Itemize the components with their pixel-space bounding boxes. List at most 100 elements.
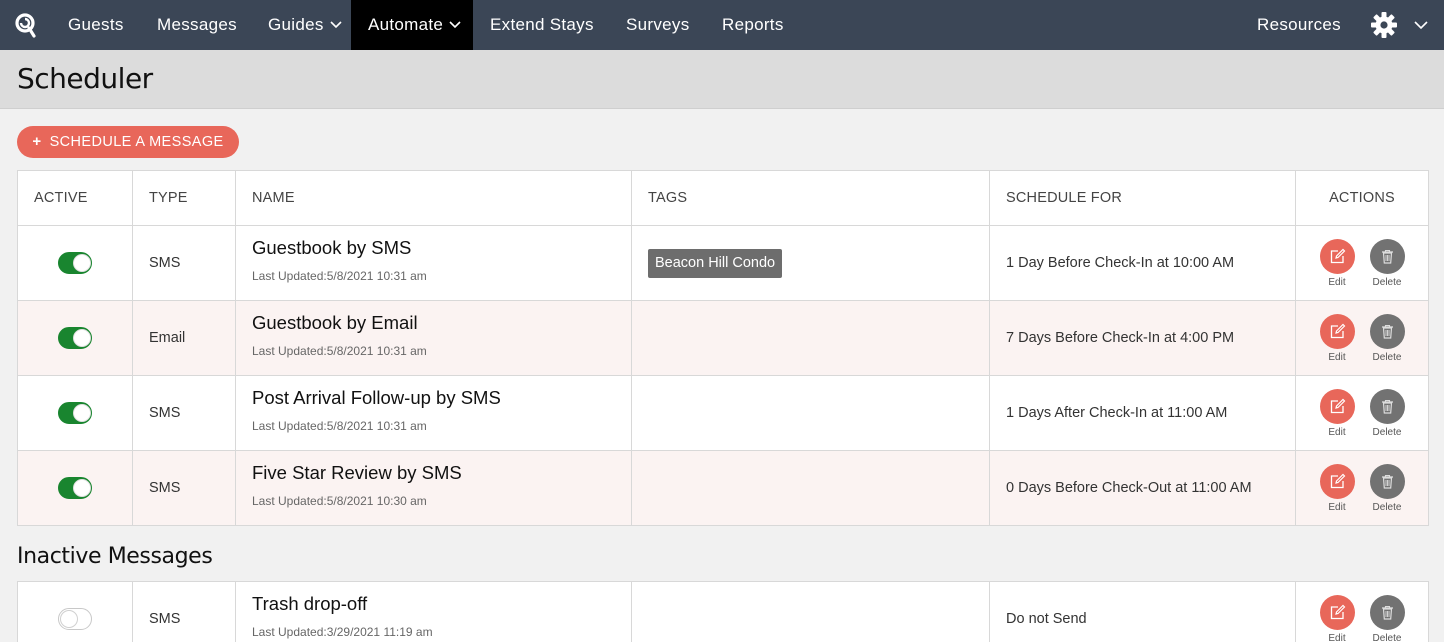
table-row: SMS Trash drop-off Last Updated:3/29/2021 … <box>17 581 1429 642</box>
tag-badge[interactable]: Beacon Hill Condo <box>648 248 783 278</box>
edit-button[interactable]: Edit <box>1319 313 1355 363</box>
edit-circle[interactable] <box>1319 594 1355 630</box>
active-toggle[interactable] <box>58 252 92 274</box>
name-cell: Guestbook by Email Last Updated:5/8/2021 … <box>235 300 632 376</box>
message-name: Five Star Review by SMS <box>252 462 462 483</box>
message-name: Post Arrival Follow-up by SMS <box>252 387 501 408</box>
inactive-messages-title: Inactive Messages <box>17 544 213 569</box>
delete-button[interactable]: Delete <box>1369 313 1405 363</box>
edit-button[interactable]: Edit <box>1319 388 1355 438</box>
delete-circle[interactable] <box>1369 463 1405 499</box>
tags-cell: Beacon Hill Condo <box>631 225 990 301</box>
delete-circle[interactable] <box>1369 313 1405 349</box>
inactive-messages-table: SMS Trash drop-off Last Updated:3/29/2021 … <box>17 581 1429 642</box>
toggle-knob <box>73 479 91 497</box>
active-toggle[interactable] <box>58 327 92 349</box>
last-updated: Last Updated:5/8/2021 10:31 am <box>252 269 427 283</box>
nav-automate-label: Automate <box>368 15 444 34</box>
type-cell: SMS <box>132 375 236 451</box>
edit-icon <box>1330 604 1345 619</box>
name-cell: Post Arrival Follow-up by SMS Last Update… <box>235 375 632 451</box>
toggle-knob <box>60 610 78 628</box>
nav-guides[interactable]: Guides <box>268 0 342 50</box>
delete-label: Delete <box>1372 632 1402 642</box>
edit-icon <box>1330 473 1345 488</box>
app-logo-icon[interactable] <box>14 12 38 38</box>
table-row: SMS Five Star Review by SMS Last Updated:5… <box>17 450 1429 526</box>
table-row: Email Guestbook by Email Last Updated:5/8/… <box>17 300 1429 376</box>
tags-cell <box>631 300 990 376</box>
edit-label: Edit <box>1328 276 1346 288</box>
delete-label: Delete <box>1372 501 1402 513</box>
schedule-cell: 0 Days Before Check-Out at 11:00 AM <box>989 450 1296 526</box>
nav-reports[interactable]: Reports <box>722 0 784 50</box>
active-cell <box>17 581 133 642</box>
name-cell: Guestbook by SMS Last Updated:5/8/2021 10… <box>235 225 632 301</box>
header-tags: TAGS <box>631 170 990 226</box>
gear-icon[interactable] <box>1370 11 1398 39</box>
actions-cell: Edit Delete <box>1295 300 1429 376</box>
trash-icon <box>1381 324 1393 339</box>
header-name: NAME <box>235 170 632 226</box>
header-active: ACTIVE <box>17 170 133 226</box>
header-schedule-for: SCHEDULE FOR <box>989 170 1296 226</box>
nav-automate[interactable]: Automate <box>351 0 473 50</box>
edit-button[interactable]: Edit <box>1319 463 1355 513</box>
page-header: Scheduler <box>0 50 1444 109</box>
schedule-cell: 1 Day Before Check-In at 10:00 AM <box>989 225 1296 301</box>
delete-label: Delete <box>1372 426 1402 438</box>
table-row: SMS Post Arrival Follow-up by SMS Last Upd… <box>17 375 1429 451</box>
delete-button[interactable]: Delete <box>1369 238 1405 288</box>
delete-circle[interactable] <box>1369 388 1405 424</box>
message-name: Guestbook by Email <box>252 312 418 333</box>
last-updated: Last Updated:5/8/2021 10:31 am <box>252 344 427 358</box>
delete-circle[interactable] <box>1369 594 1405 630</box>
schedule-cell: 7 Days Before Check-In at 4:00 PM <box>989 300 1296 376</box>
actions-cell: Edit Delete <box>1295 581 1429 642</box>
schedule-message-label: SCHEDULE A MESSAGE <box>49 134 224 150</box>
nav-surveys[interactable]: Surveys <box>626 0 690 50</box>
edit-label: Edit <box>1328 501 1346 513</box>
active-messages-table: ACTIVE TYPE NAME TAGS SCHEDULE FOR ACTIO… <box>17 170 1429 526</box>
type-cell: SMS <box>132 450 236 526</box>
last-updated: Last Updated:5/8/2021 10:31 am <box>252 419 427 433</box>
delete-button[interactable]: Delete <box>1369 463 1405 513</box>
nav-guides-label: Guides <box>268 15 324 34</box>
edit-circle[interactable] <box>1319 463 1355 499</box>
chevron-down-icon[interactable] <box>1414 19 1428 31</box>
nav-extend-stays[interactable]: Extend Stays <box>490 0 594 50</box>
edit-circle[interactable] <box>1319 238 1355 274</box>
toggle-knob <box>73 254 91 272</box>
active-toggle[interactable] <box>58 402 92 424</box>
active-cell <box>17 450 133 526</box>
tags-cell <box>631 450 990 526</box>
chevron-down-icon <box>330 21 342 29</box>
table-row: SMS Guestbook by SMS Last Updated:5/8/2021… <box>17 225 1429 301</box>
edit-button[interactable]: Edit <box>1319 238 1355 288</box>
active-toggle[interactable] <box>58 608 92 630</box>
schedule-cell: Do not Send <box>989 581 1296 642</box>
edit-circle[interactable] <box>1319 313 1355 349</box>
type-cell: Email <box>132 300 236 376</box>
active-toggle[interactable] <box>58 477 92 499</box>
tags-cell <box>631 581 990 642</box>
active-cell <box>17 225 133 301</box>
delete-circle[interactable] <box>1369 238 1405 274</box>
nav-resources[interactable]: Resources <box>1257 0 1341 50</box>
active-cell <box>17 375 133 451</box>
page-title: Scheduler <box>17 62 153 95</box>
toggle-knob <box>73 404 91 422</box>
delete-button[interactable]: Delete <box>1369 594 1405 642</box>
header-actions: ACTIONS <box>1295 170 1429 226</box>
nav-messages[interactable]: Messages <box>157 0 237 50</box>
schedule-message-button[interactable]: + SCHEDULE A MESSAGE <box>17 126 239 158</box>
edit-button[interactable]: Edit <box>1319 594 1355 642</box>
nav-guests[interactable]: Guests <box>68 0 124 50</box>
actions-cell: Edit Delete <box>1295 375 1429 451</box>
delete-label: Delete <box>1372 351 1402 363</box>
delete-button[interactable]: Delete <box>1369 388 1405 438</box>
message-name: Guestbook by SMS <box>252 237 412 258</box>
trash-icon <box>1381 474 1393 489</box>
message-name: Trash drop-off <box>252 593 368 614</box>
edit-circle[interactable] <box>1319 388 1355 424</box>
